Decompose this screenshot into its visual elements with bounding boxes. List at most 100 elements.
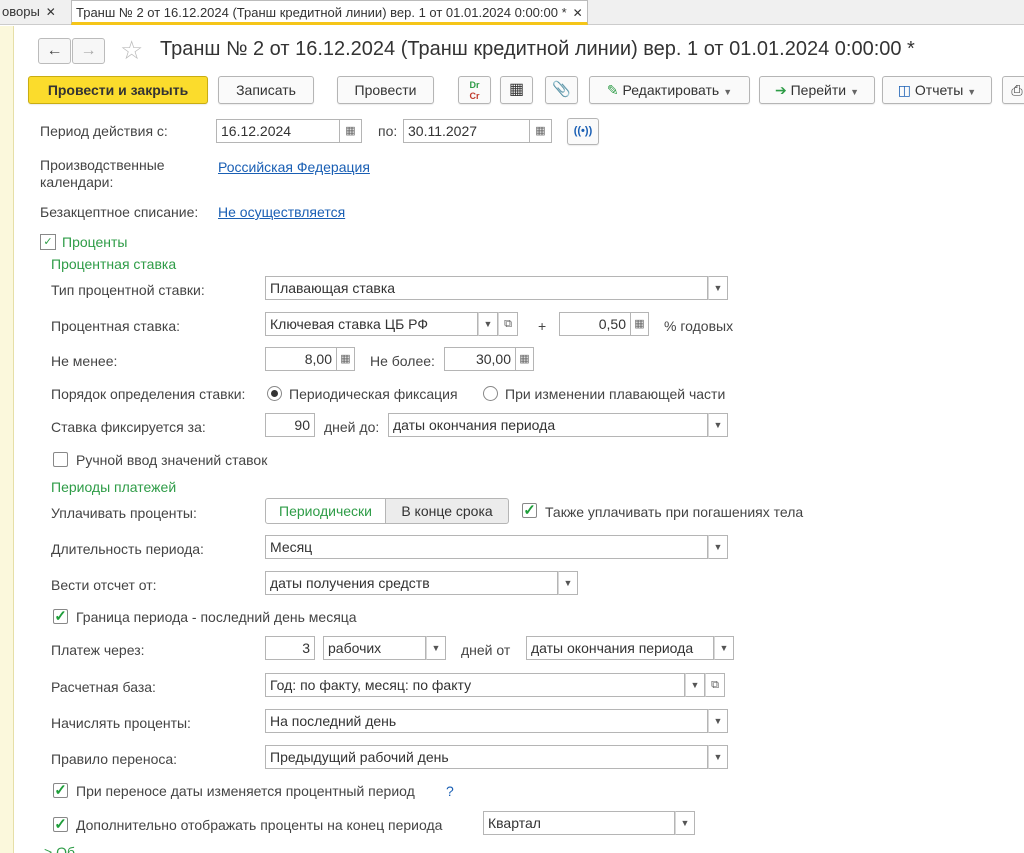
order-radio-periodic[interactable] — [267, 386, 282, 401]
fix-days-before-label: дней до: — [324, 419, 380, 435]
next-group-partial[interactable]: > Об — [44, 844, 75, 853]
tab-bar: оворы ✕ Транш № 2 от 16.12.2024 (Транш кр… — [0, 0, 1024, 25]
extra-display-checkbox[interactable]: ✓ — [53, 817, 68, 832]
boundary-checkbox[interactable]: ✓ — [53, 609, 68, 624]
structure-button[interactable]: ▦ — [500, 76, 533, 104]
extra-display-label[interactable]: Дополнительно отображать проценты на кон… — [76, 817, 442, 833]
chevron-down-icon[interactable]: ▼ — [708, 745, 728, 769]
tab-tranche[interactable]: Транш № 2 от 16.12.2024 (Транш кредитной… — [71, 0, 588, 25]
help-icon[interactable]: ? — [446, 783, 454, 799]
transfer-field[interactable]: Предыдущий рабочий день — [265, 745, 708, 769]
percents-group-title[interactable]: Проценты — [62, 234, 128, 250]
chevron-down-icon[interactable]: ▼ — [708, 535, 728, 559]
left-panel-strip — [0, 26, 14, 853]
chevron-down-icon[interactable]: ▼ — [714, 636, 734, 660]
count-from-label: Вести отсчет от: — [51, 577, 157, 593]
reports-button[interactable]: ◫ Отчеты ▼ — [882, 76, 992, 104]
hierarchy-icon: ▦ — [508, 81, 525, 98]
calculator-icon[interactable]: ▦ — [337, 347, 355, 371]
goto-button[interactable]: ➔ Перейти ▼ — [759, 76, 875, 104]
calendars-label-1: Производственные — [40, 157, 165, 173]
back-button[interactable]: ← — [38, 38, 71, 64]
dtkt-icon-bottom: Cr — [469, 91, 480, 101]
edit-button[interactable]: ✎ Редактировать ▼ — [589, 76, 750, 104]
chevron-down-icon[interactable]: ▼ — [478, 312, 498, 336]
base-field[interactable]: Год: по факту, месяц: по факту — [265, 673, 685, 697]
chevron-down-icon: ▼ — [723, 87, 733, 97]
chevron-down-icon[interactable]: ▼ — [558, 571, 578, 595]
fix-label: Ставка фиксируется за: — [51, 419, 206, 435]
period-to-label: по: — [378, 123, 398, 139]
page-title: Транш № 2 от 16.12.2024 (Транш кредитной… — [160, 38, 915, 60]
duration-field[interactable]: Месяц — [265, 535, 708, 559]
manual-rates-checkbox[interactable] — [53, 452, 68, 467]
payment-from-field[interactable]: даты окончания периода — [526, 636, 714, 660]
payments-section-title: Периоды платежей — [51, 479, 177, 495]
star-icon[interactable]: ☆ — [120, 36, 143, 64]
count-from-field[interactable]: даты получения средств — [265, 571, 558, 595]
rate-field[interactable]: Ключевая ставка ЦБ РФ — [265, 312, 478, 336]
chevron-down-icon[interactable]: ▼ — [685, 673, 705, 697]
arrow-right-icon: → — [80, 42, 97, 59]
order-option-floating[interactable]: При изменении плавающей части — [505, 386, 725, 402]
attach-button[interactable]: 📎 — [545, 76, 578, 104]
post-button[interactable]: Провести — [337, 76, 434, 104]
min-field[interactable]: 8,00 — [265, 347, 337, 371]
extra-display-field[interactable]: Квартал — [483, 811, 675, 835]
also-pay-label[interactable]: Также уплачивать при погашениях тела — [545, 504, 803, 520]
payment-after-field[interactable]: 3 — [265, 636, 315, 660]
rate-type-field[interactable]: Плавающая ставка — [265, 276, 708, 300]
order-radio-floating[interactable] — [483, 386, 498, 401]
link-period-button[interactable]: ((•)) — [567, 118, 599, 145]
plus-sign: + — [538, 318, 547, 334]
payment-day-type-field[interactable]: рабочих — [323, 636, 426, 660]
order-option-periodic[interactable]: Периодическая фиксация — [289, 386, 458, 402]
chevron-down-icon[interactable]: ▼ — [675, 811, 695, 835]
margin-field[interactable]: 0,50 — [559, 312, 631, 336]
chevron-down-icon[interactable]: ▼ — [708, 709, 728, 733]
open-icon[interactable]: ⧉ — [705, 673, 725, 697]
writeoff-label: Безакцептное списание: — [40, 204, 199, 220]
fix-until-field[interactable]: даты окончания периода — [388, 413, 708, 437]
base-label: Расчетная база: — [51, 679, 156, 695]
close-icon[interactable]: ✕ — [573, 6, 583, 20]
chevron-down-icon[interactable]: ▼ — [426, 636, 446, 660]
forward-button[interactable]: → — [72, 38, 105, 64]
calendars-link[interactable]: Российская Федерация — [218, 159, 370, 175]
print-button[interactable]: ⎙ — [1002, 76, 1024, 104]
tab-contracts[interactable]: оворы ✕ — [0, 0, 60, 25]
period-from-field[interactable]: 16.12.2024 — [216, 119, 340, 143]
writeoff-link[interactable]: Не осуществляется — [218, 204, 345, 220]
dtkt-button[interactable]: Dr Cr — [458, 76, 491, 104]
shift-period-checkbox[interactable]: ✓ — [53, 783, 68, 798]
rate-section-title: Процентная ставка — [51, 256, 177, 272]
manual-rates-label[interactable]: Ручной ввод значений ставок — [76, 452, 267, 468]
order-label: Порядок определения ставки: — [51, 386, 246, 402]
shift-period-label[interactable]: При переносе даты изменяется процентный … — [76, 783, 415, 799]
calendar-icon[interactable]: ▦ — [340, 119, 362, 143]
boundary-label[interactable]: Граница периода - последний день месяца — [76, 609, 357, 625]
pencil-icon: ✎ — [606, 82, 619, 98]
pay-end-toggle[interactable]: В конце срока — [385, 498, 509, 524]
save-button[interactable]: Записать — [218, 76, 314, 104]
close-icon[interactable]: ✕ — [46, 5, 56, 19]
post-and-close-button[interactable]: Провести и закрыть — [28, 76, 208, 104]
calculator-icon[interactable]: ▦ — [631, 312, 649, 336]
per-year-label: % годовых — [664, 318, 734, 334]
collapse-chevron-icon[interactable]: ✓ — [40, 234, 56, 250]
period-to-field[interactable]: 30.11.2027 — [403, 119, 530, 143]
fix-days-field[interactable]: 90 — [265, 413, 315, 437]
calendar-icon[interactable]: ▦ — [530, 119, 552, 143]
max-field[interactable]: 30,00 — [444, 347, 516, 371]
also-pay-checkbox[interactable]: ✓ — [522, 503, 537, 518]
tab-label: оворы — [2, 4, 40, 19]
paperclip-icon: 📎 — [552, 81, 571, 98]
dtkt-icon-top: Dr — [469, 80, 480, 90]
chevron-down-icon[interactable]: ▼ — [708, 413, 728, 437]
chevron-down-icon[interactable]: ▼ — [708, 276, 728, 300]
calculator-icon[interactable]: ▦ — [516, 347, 534, 371]
open-icon[interactable]: ⧉ — [498, 312, 518, 336]
pay-periodic-toggle[interactable]: Периодически — [265, 498, 386, 524]
accrue-field[interactable]: На последний день — [265, 709, 708, 733]
report-icon: ◫ — [897, 82, 911, 98]
